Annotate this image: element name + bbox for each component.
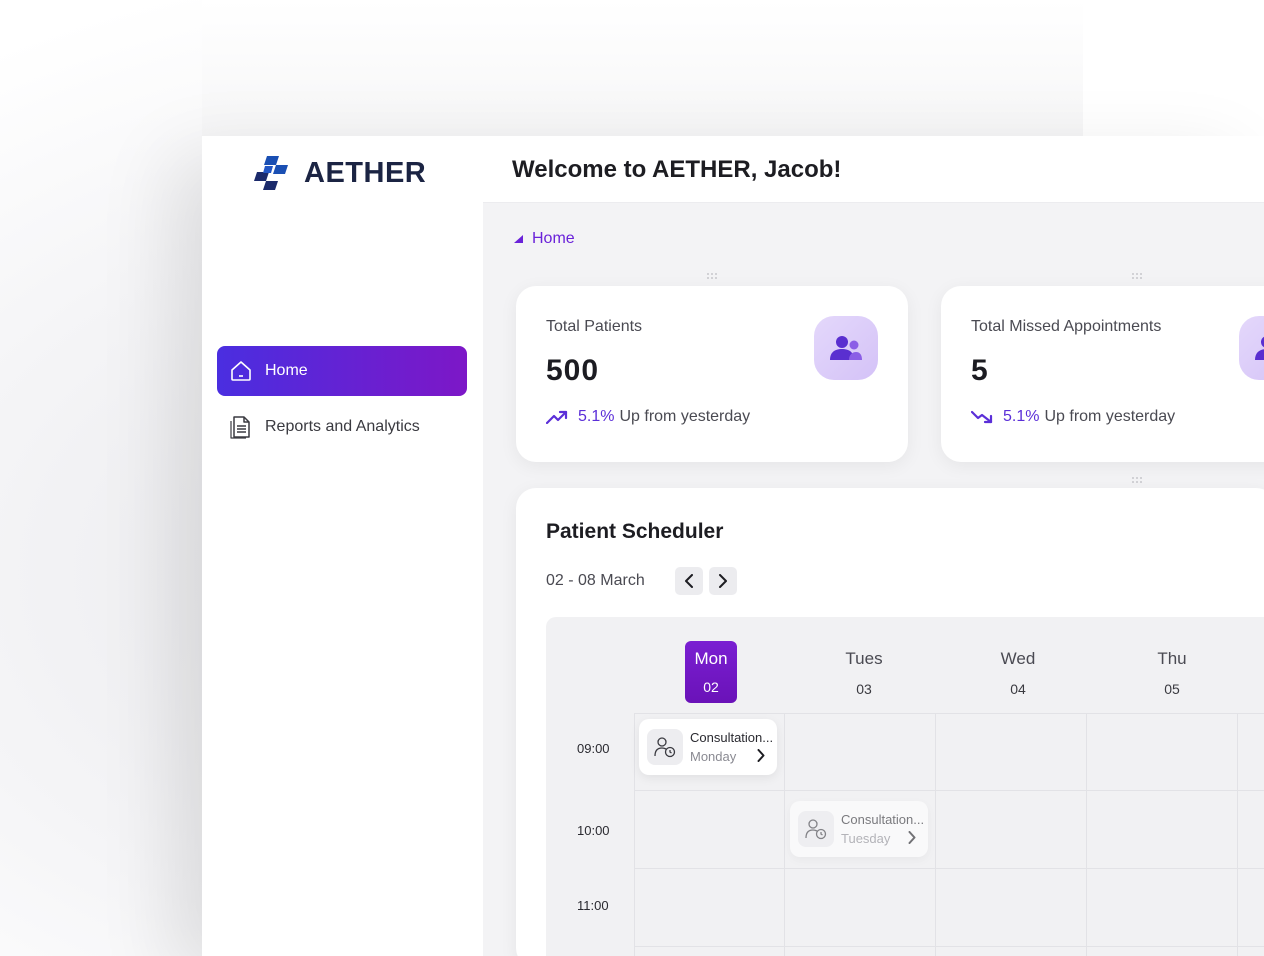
patients-icon bbox=[814, 316, 878, 380]
patient-clock-icon bbox=[647, 729, 683, 765]
day-number: 02 bbox=[703, 679, 719, 695]
main-content: Home Total Patients 500 5.1% Up from yes… bbox=[483, 203, 1264, 956]
chevron-right-icon bbox=[908, 831, 916, 844]
breadcrumb-label: Home bbox=[532, 230, 575, 247]
scheduler-date-range: 02 - 08 March bbox=[546, 572, 645, 589]
grid-line bbox=[634, 868, 1264, 869]
page-title: Welcome to AETHER, Jacob! bbox=[512, 156, 842, 183]
grid-line bbox=[1237, 713, 1238, 956]
day-header-thu[interactable]: Thu 05 bbox=[1142, 649, 1202, 697]
day-number: 05 bbox=[1164, 681, 1180, 697]
grid-line bbox=[634, 713, 635, 956]
day-header-wed[interactable]: Wed 04 bbox=[988, 649, 1048, 697]
brand-name: AETHER bbox=[304, 156, 427, 189]
chevron-right-icon bbox=[757, 749, 765, 762]
stat-value: 5 bbox=[971, 354, 989, 387]
appointment-card[interactable]: Consultation... Monday bbox=[639, 719, 777, 775]
prev-week-button[interactable] bbox=[675, 567, 703, 595]
appointment-card[interactable]: Consultation... Tuesday bbox=[790, 801, 928, 857]
trend-up-icon bbox=[546, 410, 568, 424]
drag-handle[interactable] bbox=[1132, 477, 1144, 483]
stat-label: Total Missed Appointments bbox=[971, 318, 1162, 335]
sidebar-item-home[interactable]: Home bbox=[217, 346, 467, 396]
sidebar: AETHER Home Reports and Analytics bbox=[202, 136, 483, 956]
calendar-grid: Mon 02 Tues 03 Wed 04 Thu 05 09:00 10:00… bbox=[546, 617, 1264, 956]
stat-trend: 5.1% Up from yesterday bbox=[971, 408, 1175, 426]
trend-percent: 5.1% bbox=[578, 408, 615, 425]
drag-handle[interactable] bbox=[1132, 273, 1144, 279]
appointment-title: Consultation... bbox=[841, 812, 925, 827]
sidebar-item-label: Reports and Analytics bbox=[265, 418, 420, 435]
day-number: 03 bbox=[856, 681, 872, 697]
user-icon bbox=[1239, 316, 1264, 380]
drag-handle[interactable] bbox=[707, 273, 719, 279]
grid-line bbox=[634, 790, 1264, 791]
stat-value: 500 bbox=[546, 354, 600, 387]
trend-text: Up from yesterday bbox=[619, 408, 751, 425]
stat-card-total-patients[interactable]: Total Patients 500 5.1% Up from yesterda… bbox=[516, 286, 908, 462]
logo[interactable]: AETHER bbox=[254, 156, 426, 190]
app-window: AETHER Home Reports and Analytics Welcom… bbox=[202, 136, 1264, 956]
stat-card-missed-appointments[interactable]: Total Missed Appointments 5 5.1% Up from… bbox=[941, 286, 1264, 462]
day-name: Thu bbox=[1157, 649, 1187, 668]
next-week-button[interactable] bbox=[709, 567, 737, 595]
day-name: Mon bbox=[694, 649, 728, 668]
chevron-left-icon bbox=[685, 574, 693, 588]
breadcrumb-caret-icon bbox=[514, 235, 523, 243]
time-label: 09:00 bbox=[577, 741, 610, 756]
breadcrumb[interactable]: Home bbox=[514, 230, 575, 248]
day-number: 04 bbox=[1010, 681, 1026, 697]
day-name: Wed bbox=[1000, 649, 1036, 668]
aether-logo-icon bbox=[254, 156, 288, 190]
grid-line bbox=[784, 713, 785, 956]
grid-line bbox=[1086, 713, 1087, 956]
time-label: 10:00 bbox=[577, 823, 610, 838]
sidebar-item-label: Home bbox=[265, 362, 308, 379]
grid-line bbox=[634, 713, 1264, 714]
trend-text: Up from yesterday bbox=[1044, 408, 1176, 425]
chevron-right-icon bbox=[719, 574, 727, 588]
grid-line bbox=[634, 946, 1264, 947]
trend-percent: 5.1% bbox=[1003, 408, 1040, 425]
stat-trend: 5.1% Up from yesterday bbox=[546, 408, 750, 426]
home-icon bbox=[229, 359, 253, 383]
trend-down-icon bbox=[971, 410, 993, 424]
appointment-title: Consultation... bbox=[690, 730, 774, 745]
stat-label: Total Patients bbox=[546, 318, 643, 335]
document-icon bbox=[229, 415, 253, 439]
patient-scheduler: Patient Scheduler 02 - 08 March Mon 02 T… bbox=[516, 488, 1264, 956]
scheduler-title: Patient Scheduler bbox=[546, 520, 724, 543]
day-name: Tues bbox=[845, 649, 883, 668]
time-label: 11:00 bbox=[577, 898, 609, 913]
patient-clock-icon bbox=[798, 811, 834, 847]
sidebar-item-reports[interactable]: Reports and Analytics bbox=[217, 402, 467, 452]
day-header-tues[interactable]: Tues 03 bbox=[834, 649, 894, 697]
header: Welcome to AETHER, Jacob! bbox=[483, 136, 1264, 203]
day-header-mon[interactable]: Mon 02 bbox=[685, 641, 737, 703]
grid-line bbox=[935, 713, 936, 956]
window-shadow bbox=[202, 0, 1083, 136]
